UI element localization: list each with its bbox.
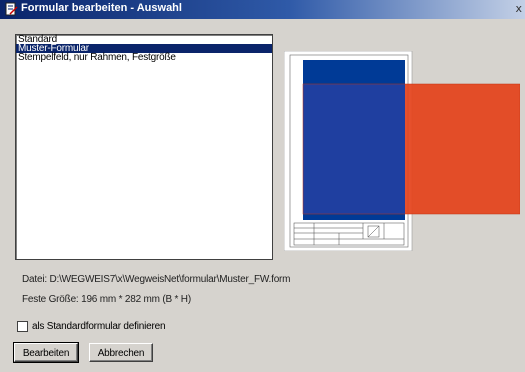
title-bar[interactable]: Formular bearbeiten - Auswahl x bbox=[0, 0, 525, 19]
default-form-label[interactable]: als Standardformular definieren bbox=[32, 321, 166, 332]
edit-button[interactable]: Bearbeiten bbox=[13, 342, 79, 363]
preview-overlap bbox=[303, 84, 405, 214]
form-preview bbox=[284, 51, 520, 251]
window-title: Formular bearbeiten - Auswahl bbox=[21, 2, 182, 14]
fixed-size-text: Feste Größe: 196 mm * 282 mm (B * H) bbox=[22, 294, 191, 305]
file-path-text: Datei: D:\WEGWEIS7\x\WegweisNet\formular… bbox=[22, 274, 291, 285]
form-listbox[interactable]: Standard Muster-Formular Stempelfeld, nu… bbox=[15, 34, 273, 260]
cancel-button[interactable]: Abbrechen bbox=[89, 343, 153, 362]
list-item-stempelfeld[interactable]: Stempelfeld, nur Rahmen, Festgröße bbox=[16, 53, 272, 63]
dialog-window: Formular bearbeiten - Auswahl x Standard… bbox=[0, 0, 525, 372]
close-icon[interactable]: x bbox=[515, 2, 522, 15]
form-edit-icon bbox=[5, 2, 18, 16]
default-form-checkbox[interactable] bbox=[17, 321, 28, 332]
